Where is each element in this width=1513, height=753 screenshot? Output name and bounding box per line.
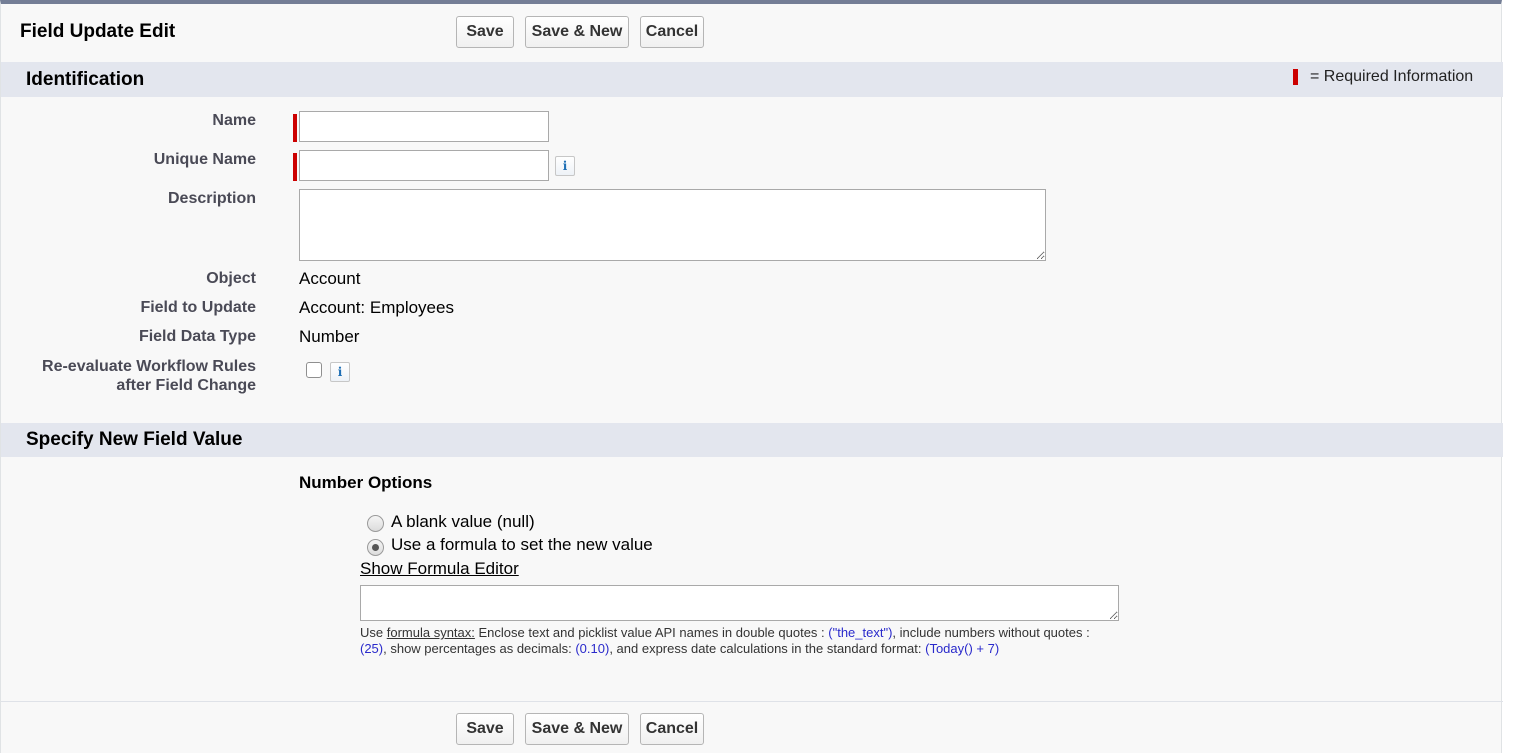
new-field-value-section-header: Specify New Field Value — [1, 423, 1503, 457]
reevaluate-workflow-label: Re-evaluate Workflow Rules after Field C… — [42, 357, 256, 395]
field-to-update-value: Account: Employees — [299, 298, 454, 317]
identification-section-header: Identification = Required Information — [1, 62, 1503, 97]
required-indicator-icon — [1293, 69, 1298, 85]
help-part4: , and express date calculations in the s… — [609, 641, 926, 656]
help-prefix: Use — [360, 625, 387, 640]
formula-help-text: Use formula syntax: Enclose text and pic… — [360, 625, 1120, 657]
name-label: Name — [212, 112, 256, 129]
name-input[interactable] — [299, 111, 549, 142]
reevaluate-label-line1: Re-evaluate Workflow Rules — [42, 358, 256, 375]
example-date: (Today() + 7) — [925, 641, 1000, 656]
reevaluate-info-icon[interactable]: i — [330, 362, 350, 382]
formula-syntax-link[interactable]: formula syntax: — [387, 625, 475, 640]
unique-name-info-icon[interactable]: i — [555, 156, 575, 176]
field-data-type-label: Field Data Type — [138, 328, 256, 345]
name-required-marker — [293, 114, 297, 142]
save-and-new-button-top[interactable]: Save & New — [525, 16, 629, 48]
field-to-update-label: Field to Update — [140, 299, 256, 316]
cancel-button-bottom[interactable]: Cancel — [640, 713, 704, 745]
field-data-type-value: Number — [299, 327, 360, 346]
number-options-heading: Number Options — [299, 473, 433, 492]
unique-name-input[interactable] — [299, 150, 549, 181]
show-formula-editor-link[interactable]: Show Formula Editor — [360, 559, 519, 579]
blank-value-label: A blank value (null) — [391, 512, 535, 531]
save-button-top[interactable]: Save — [456, 16, 514, 48]
formula-value-radio[interactable] — [367, 539, 384, 556]
page-title: Field Update Edit — [20, 21, 176, 42]
description-label: Description — [167, 190, 256, 207]
example-percent: (0.10) — [575, 641, 610, 656]
help-part3: , show percentages as decimals: — [383, 641, 576, 656]
help-part2: , include numbers without quotes : — [892, 625, 1090, 640]
identification-section-title: Identification — [26, 69, 145, 90]
field-update-edit-page: Field Update Edit Save Save & New Cancel… — [0, 0, 1503, 753]
object-value: Account — [299, 269, 361, 288]
formula-value-label: Use a formula to set the new value — [391, 535, 653, 554]
reevaluate-workflow-checkbox[interactable] — [306, 362, 322, 378]
save-button-bottom[interactable]: Save — [456, 713, 514, 745]
reevaluate-label-line2: after Field Change — [116, 377, 256, 394]
formula-textarea[interactable] — [360, 585, 1119, 621]
new-field-value-section-title: Specify New Field Value — [26, 429, 243, 450]
example-text: ("the_text") — [828, 625, 893, 640]
help-part1: Enclose text and picklist value API name… — [474, 625, 829, 640]
unique-name-label: Unique Name — [153, 151, 256, 168]
cancel-button-top[interactable]: Cancel — [640, 16, 704, 48]
blank-value-radio[interactable] — [367, 515, 384, 532]
example-number: (25) — [360, 641, 384, 656]
description-textarea[interactable] — [299, 189, 1046, 261]
save-and-new-button-bottom[interactable]: Save & New — [525, 713, 629, 745]
unique-name-required-marker — [293, 153, 297, 181]
footer-divider — [1, 701, 1503, 702]
object-label: Object — [206, 270, 256, 287]
required-information-legend: = Required Information — [1310, 68, 1474, 85]
radio-selected-dot — [372, 544, 379, 551]
